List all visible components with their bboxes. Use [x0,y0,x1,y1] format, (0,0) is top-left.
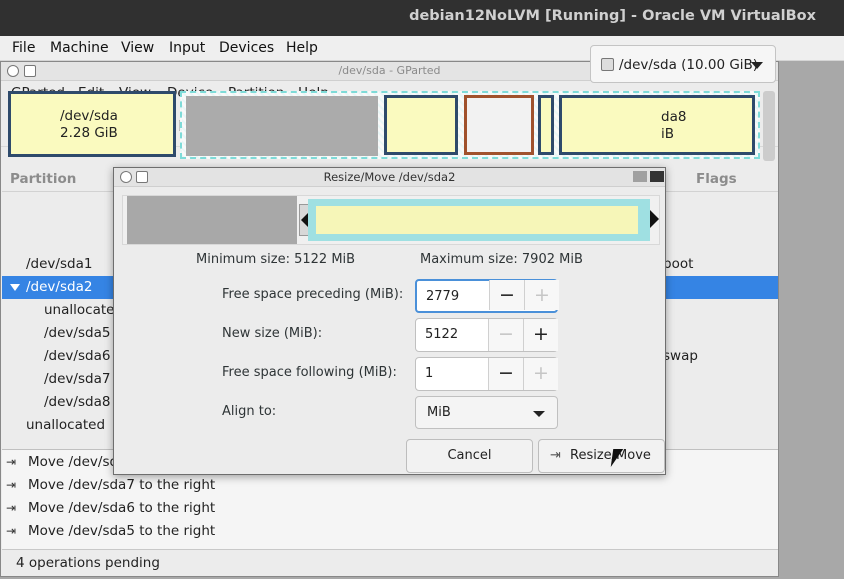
expander-icon[interactable] [10,284,20,291]
vbox-titlebar: debian12NoLVM [Running] - Oracle VM Virt… [0,0,844,36]
partition-name: /dev/sda8 [44,394,111,410]
vbox-menu-view[interactable]: View [121,40,154,56]
right-arrow-icon[interactable] [650,210,659,228]
partition-name: unallocated [26,417,106,433]
resize-graphic[interactable] [122,195,660,245]
resize-move-icon: ⇥ [6,501,17,515]
following-spin[interactable]: 1 − + [415,357,558,391]
map-sda7[interactable] [538,95,554,155]
partition-name: /dev/sda6 [44,348,111,364]
map-extended[interactable]: da8 iB [180,91,760,159]
map-scrollbar[interactable] [763,91,775,161]
partition-name: /dev/sda5 [44,325,111,341]
preceding-label: Free space preceding (MiB): [222,287,404,302]
operation-text: Move /dev/sda5 to the right [28,523,216,539]
chevron-down-icon [533,411,545,417]
partition-bar[interactable] [308,199,650,241]
preceding-value[interactable]: 2779 [426,289,459,304]
map-sda8-size: iB [661,126,675,142]
dialog-titlebar: Resize/Move /dev/sda2 [114,168,665,187]
column-flags[interactable]: Flags [696,171,737,187]
align-value: MiB [427,405,451,420]
operation-text: Move /dev/sda6 to the right [28,500,216,516]
resize-move-icon: ⇥ [6,524,17,538]
following-increment[interactable]: + [523,358,558,390]
new-size-increment[interactable]: + [523,319,558,351]
status-bar: 4 operations pending [2,549,778,575]
chevron-down-icon [751,62,763,69]
dialog-title: Resize/Move /dev/sda2 [323,170,456,184]
map-sda8[interactable]: da8 iB [559,95,755,155]
disk-map: /dev/sda 2.28 GiB da8 iB [8,91,761,161]
partition-name: unallocated [44,302,124,318]
dialog-maximize-button[interactable] [633,171,647,182]
following-decrement[interactable]: − [488,358,523,390]
preceding-increment[interactable]: + [524,280,559,310]
new-size-value[interactable]: 5122 [425,327,458,342]
minimum-size: Minimum size: 5122 MiB [196,252,356,267]
resize-move-icon: ⇥ [6,455,17,469]
operation-item[interactable]: ⇥ Move /dev/sda6 to the right [2,497,778,520]
map-sda8-name: da8 [661,109,687,125]
vbox-menu-file[interactable]: File [12,40,35,56]
map-sda5[interactable] [384,95,458,155]
preceding-decrement[interactable]: − [489,280,524,310]
vbox-menu-help[interactable]: Help [286,40,318,56]
new-size-decrement[interactable]: − [488,319,523,351]
free-space-preceding-bar [127,196,297,244]
vbox-menu-input[interactable]: Input [169,40,205,56]
vbox-menu-machine[interactable]: Machine [50,40,109,56]
resize-move-dialog: Resize/Move /dev/sda2 Minimum size: 5122… [113,167,666,475]
operation-text: Move /dev/sda7 to the right [28,477,216,493]
dialog-close-button[interactable] [650,171,664,182]
operation-item[interactable]: ⇥ Move /dev/sda7 to the right [2,474,778,497]
align-select[interactable]: MiB [415,396,558,429]
resize-move-icon: ⇥ [550,448,561,463]
drive-icon [601,58,614,71]
partition-flag: boot [663,256,694,272]
partition-name: /dev/sda2 [26,279,93,295]
new-size-label: New size (MiB): [222,326,323,341]
new-size-spin[interactable]: 5122 − + [415,318,558,352]
align-label: Align to: [222,404,277,419]
resize-move-icon: ⇥ [6,478,17,492]
vbox-menu-devices[interactable]: Devices [219,40,274,56]
map-sda6[interactable] [464,95,534,155]
operation-item[interactable]: ⇥ Move /dev/sda5 to the right [2,520,778,543]
map-sda1-size: 2.28 GiB [60,125,118,141]
partition-name: /dev/sda1 [26,256,93,272]
column-partition[interactable]: Partition [10,171,76,187]
device-label: /dev/sda (10.00 GiB) [619,57,759,73]
map-unallocated[interactable] [186,96,378,156]
partition-used-bar [316,206,638,234]
vbox-window-title: debian12NoLVM [Running] - Oracle VM Virt… [409,8,816,24]
map-sda1-name: /dev/sda [60,108,118,124]
partition-name: /dev/sda7 [44,371,111,387]
device-selector[interactable]: /dev/sda (10.00 GiB) [590,45,776,83]
preceding-spin[interactable]: 2779 − + [415,279,559,313]
following-label: Free space following (MiB): [222,365,397,380]
resize-move-label: Resize/Move [570,448,651,463]
status-text: 4 operations pending [16,555,160,571]
partition-flag: swap [663,348,698,364]
maximum-size: Maximum size: 7902 MiB [420,252,583,267]
following-value[interactable]: 1 [425,366,433,381]
map-sda1[interactable]: /dev/sda 2.28 GiB [8,91,176,157]
resize-move-button[interactable]: ⇥ Resize/Move [538,439,665,473]
cancel-button[interactable]: Cancel [406,439,533,473]
